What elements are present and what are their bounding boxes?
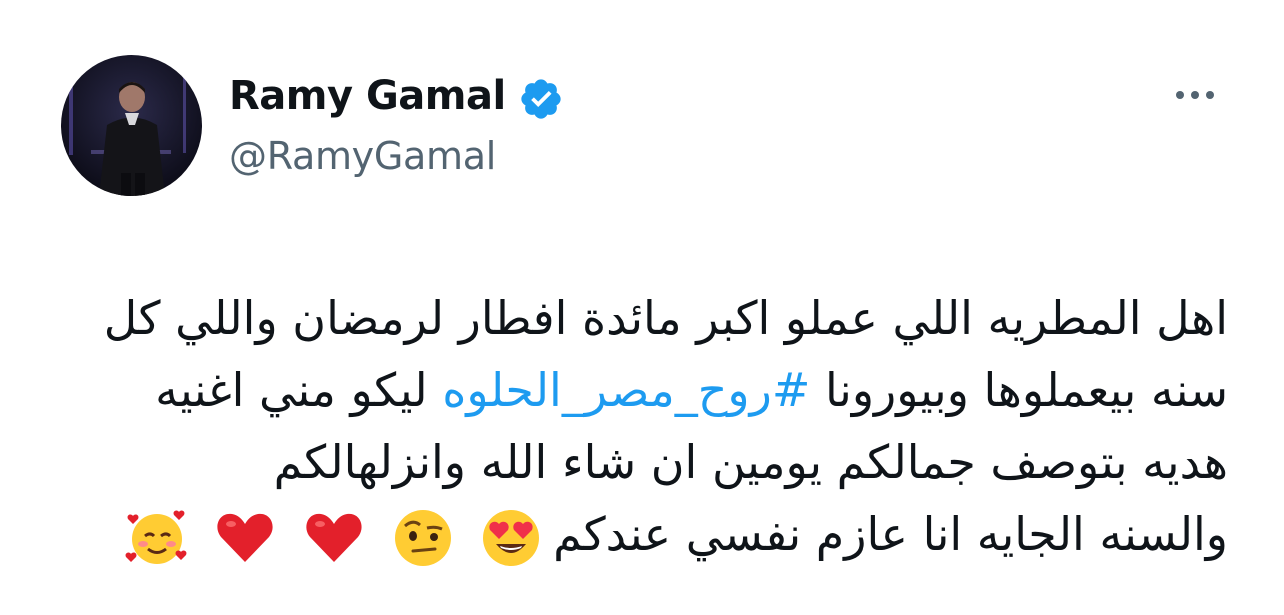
verified-badge-icon: [518, 76, 564, 122]
raised-eyebrow-emoji: [391, 506, 455, 570]
tweet-card: Ramy Gamal @RamyGamal اهل المطريه اللي ع…: [0, 0, 1284, 615]
tweet-line: والسنه الجايه انا عازم نفسي عندكم: [58, 498, 1228, 570]
red-heart-emoji: [302, 506, 366, 570]
red-heart-emoji: [213, 506, 277, 570]
tweet-text-segment: سنه بيعملوها وبيورونا: [810, 363, 1228, 417]
author-avatar[interactable]: [61, 55, 202, 196]
tweet-text-segment: والسنه الجايه انا عازم نفسي عندكم: [553, 507, 1228, 561]
hashtag-link[interactable]: #روح_مصر_الحلوه: [442, 363, 810, 417]
tweet-line: هديه بتوصف جمالكم يومين ان شاء الله وانز…: [273, 435, 1228, 489]
author-name[interactable]: Ramy Gamal: [229, 70, 506, 122]
emoji-group: [125, 498, 554, 570]
heart-eyes-emoji: [479, 506, 543, 570]
tweet-text-segment: ليكو مني اغنيه: [155, 363, 443, 417]
more-horizontal-icon[interactable]: [1170, 78, 1220, 112]
tweet-line: سنه بيعملوها وبيورونا #روح_مصر_الحلوه لي…: [58, 354, 1228, 426]
tweet-text: اهل المطريه اللي عملو اكبر مائدة افطار ل…: [58, 282, 1228, 570]
tweet-line: اهل المطريه اللي عملو اكبر مائدة افطار ل…: [103, 291, 1228, 345]
author-handle[interactable]: @RamyGamal: [229, 130, 496, 182]
smiling-face-with-hearts-emoji: [125, 506, 189, 570]
